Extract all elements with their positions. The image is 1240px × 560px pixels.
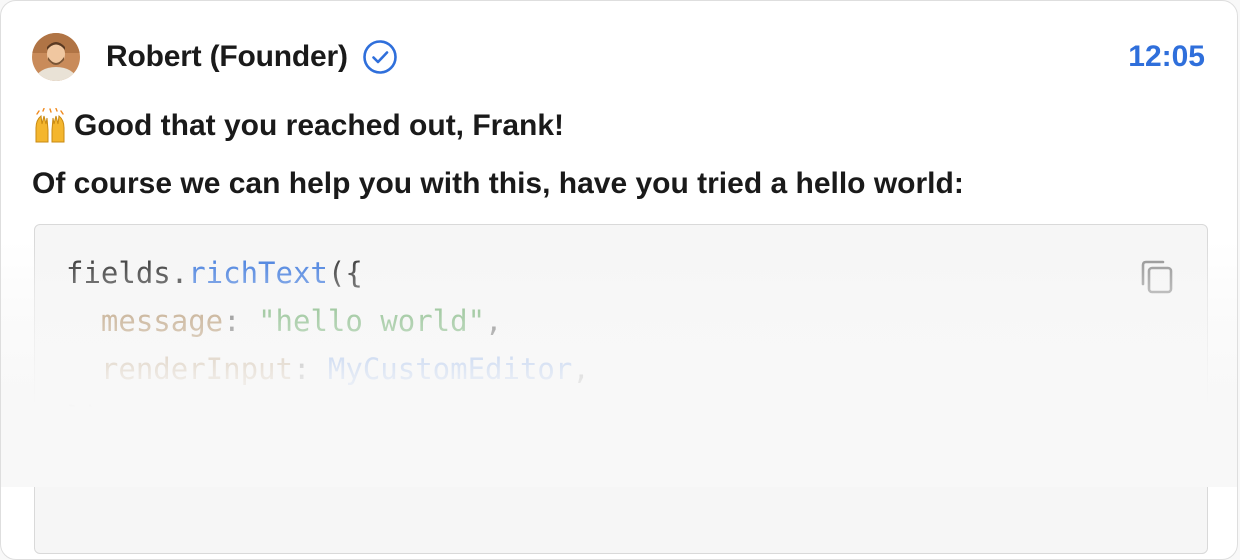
- author-line: Robert (Founder): [106, 39, 398, 75]
- author-name[interactable]: Robert (Founder): [106, 39, 348, 75]
- message-card: Robert (Founder) 12:05 Good that you rea…: [0, 0, 1238, 560]
- code-token: :: [223, 304, 259, 338]
- code-token: renderInput: [100, 352, 293, 386]
- code-line: renderInput: MyCustomEditor,: [66, 352, 590, 386]
- raising-hands-emoji: [35, 108, 65, 143]
- code-token: ,: [572, 352, 590, 386]
- code-token: message: [100, 304, 224, 338]
- code-block: fields.richText({ message: "hello world"…: [34, 224, 1208, 554]
- message-line-greeting: Good that you reached out, Frank!: [32, 107, 564, 145]
- code-token: fields.: [66, 256, 189, 290]
- code-line: message: "hello world",: [66, 304, 503, 338]
- code-token: :: [292, 352, 328, 386]
- copy-icon[interactable]: [1137, 256, 1177, 296]
- avatar[interactable]: [32, 33, 80, 81]
- greeting-text: Good that you reached out, Frank!: [74, 109, 565, 142]
- code-token: ,: [485, 304, 503, 338]
- message-time: 12:05: [1128, 40, 1205, 73]
- code-token: ({: [327, 256, 363, 290]
- code-token: MyCustomEditor: [327, 352, 573, 386]
- message-line-body: Of course we can help you with this, hav…: [32, 167, 964, 200]
- verified-check-icon: [362, 40, 397, 74]
- code-token: "hello world": [258, 304, 486, 338]
- code-line: fields.richText({: [66, 256, 363, 290]
- code-token: richText: [188, 256, 328, 290]
- code-token: });: [66, 400, 119, 434]
- code-line: });: [66, 400, 118, 434]
- code-content[interactable]: fields.richText({ message: "hello world"…: [66, 249, 590, 441]
